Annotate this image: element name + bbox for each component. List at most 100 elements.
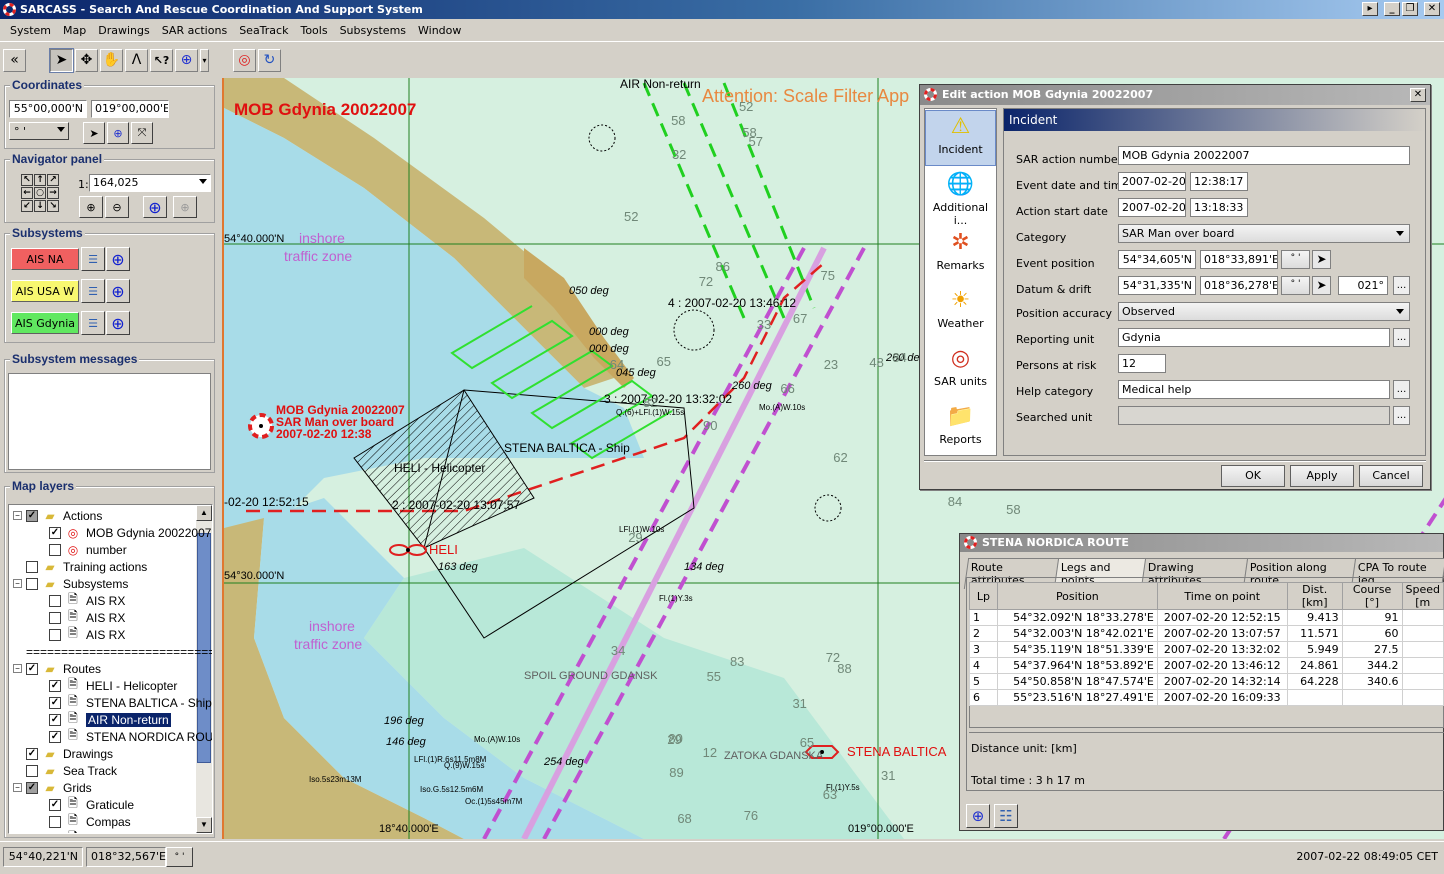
subsystem-ais-usa-w-list-button[interactable]: ☰ — [81, 279, 105, 303]
tree-expander[interactable]: − — [13, 783, 22, 792]
route-title-bar[interactable]: STENA NORDICA ROUTE — [960, 534, 1443, 552]
action-start-date-input[interactable]: 2007-02-20 — [1118, 198, 1186, 217]
dialog-title-bar[interactable]: Edit action MOB Gdynia 20022007 ✕ — [920, 85, 1430, 105]
action-start-time-input[interactable]: 13:18:33 — [1190, 198, 1248, 217]
hand-tool-button[interactable]: ✋ — [100, 48, 123, 72]
help-category-input[interactable]: Medical help — [1118, 380, 1390, 399]
layer-tree-item[interactable]: 🗎 POC — [49, 830, 112, 833]
previous-view-button[interactable]: ⊕ — [143, 196, 167, 218]
event-position-format-button[interactable]: ° ' — [1281, 250, 1310, 269]
layer-tree-item[interactable]: ✓ ◎ MOB Gdynia 20022007 — [49, 524, 211, 541]
table-row[interactable]: 4 54°37.964'N 18°53.892'E 2007-02-20 13:46… — [969, 657, 1444, 674]
sar-action-number-input[interactable]: MOB Gdynia 20022007 — [1118, 146, 1410, 165]
zoom-out-button[interactable]: ⊖ — [105, 196, 129, 218]
longitude-input[interactable]: 019°00,000'E — [91, 100, 169, 118]
persons-at-risk-input[interactable]: 12 — [1118, 354, 1166, 373]
layer-tree-item[interactable]: − ✓ ▰ Actions — [13, 507, 102, 524]
layer-checkbox[interactable]: ✓ — [49, 526, 61, 539]
layer-tree-item[interactable]: 🗎 AIS RX — [49, 592, 125, 609]
center-position-button[interactable]: ⊕ — [107, 122, 129, 144]
cancel-button[interactable]: Cancel — [1359, 465, 1423, 487]
tree-expander[interactable]: − — [13, 511, 22, 520]
pan-northwest-button[interactable]: ↖ — [21, 174, 33, 186]
subsystem-ais-gdynia-button[interactable]: AIS Gdynia — [11, 312, 79, 334]
pan-north-button[interactable]: ↑ — [34, 174, 46, 186]
layer-checkbox[interactable]: ✓ — [49, 798, 61, 811]
column-header[interactable]: Dist. [km] — [1286, 582, 1343, 610]
map-filter-dropdown[interactable]: ▾ — [200, 48, 209, 72]
show-on-map-button[interactable]: ⊕ — [966, 804, 990, 828]
subsystem-ais-usa-w-button[interactable]: AIS USA W — [11, 280, 79, 302]
layer-checkbox[interactable]: ✓ — [26, 662, 38, 675]
subsystem-ais-na-button[interactable]: AIS NA — [11, 248, 79, 270]
sidebar-item-remarks[interactable]: ✲ Remarks — [925, 227, 996, 283]
layer-tree-item[interactable]: ================================ — [13, 643, 212, 660]
event-position-pick-button[interactable]: ➤ — [1312, 250, 1331, 269]
layer-checkbox[interactable] — [49, 543, 61, 556]
layer-tree-item[interactable]: − ✓ ▰ Routes — [13, 660, 101, 677]
layer-checkbox[interactable] — [26, 560, 38, 573]
restore-button[interactable]: ❐ — [1402, 2, 1418, 16]
select-tool-button[interactable]: ➤ — [49, 47, 74, 73]
searched-unit-browse-button[interactable]: ... — [1393, 406, 1410, 425]
subsystem-ais-usa-w-map-button[interactable]: ⊕ — [106, 279, 130, 303]
searched-unit-input[interactable] — [1118, 406, 1390, 425]
layer-tree-item[interactable]: 🗎 AIS RX — [49, 626, 125, 643]
datum-longitude-input[interactable]: 018°36,278'E — [1200, 276, 1278, 295]
pan-center-button[interactable]: ○ — [34, 187, 46, 199]
layer-tree-item[interactable]: ✓ 🗎 Graticule — [49, 796, 134, 813]
layer-checkbox[interactable]: ✓ — [26, 781, 38, 794]
layer-checkbox[interactable] — [26, 577, 38, 590]
subsystem-ais-gdynia-map-button[interactable]: ⊕ — [106, 311, 130, 335]
column-header[interactable]: Course [°] — [1341, 582, 1403, 610]
tree-expander[interactable]: − — [13, 579, 22, 588]
move-tool-button[interactable]: ✥ — [75, 48, 98, 72]
layer-checkbox[interactable] — [26, 764, 38, 777]
layer-tree-item[interactable]: ✓ ▰ Drawings — [13, 745, 113, 762]
layer-checkbox[interactable]: ✓ — [26, 747, 38, 760]
pick-position-button[interactable]: ➤ — [83, 122, 105, 144]
column-header[interactable]: Lp — [969, 582, 998, 610]
column-header[interactable]: Speed [m — [1401, 582, 1444, 610]
next-view-button[interactable]: ⊕ — [173, 196, 197, 218]
table-row[interactable]: 6 55°23.516'N 18°27.491'E 2007-02-20 16:09… — [969, 689, 1444, 706]
table-row[interactable]: 1 54°32.092'N 18°33.278'E 2007-02-20 12:52… — [969, 609, 1444, 626]
measure-tool-button[interactable]: Λ — [125, 48, 148, 72]
zoom-in-button[interactable]: ⊕ — [79, 196, 103, 218]
help-category-browse-button[interactable]: ... — [1393, 380, 1410, 399]
position-accuracy-select[interactable]: Observed — [1118, 302, 1410, 321]
ok-button[interactable]: OK — [1221, 465, 1285, 487]
datum-latitude-input[interactable]: 54°31,335'N — [1118, 276, 1196, 295]
table-row[interactable]: 3 54°35.119'N 18°51.339'E 2007-02-20 13:32… — [969, 641, 1444, 658]
sidebar-item-incident[interactable]: ⚠ Incident — [925, 110, 996, 166]
layer-tree-item[interactable]: ▰ Sea Track — [13, 762, 117, 779]
sidebar-item-reports[interactable]: 📁 Reports — [925, 401, 996, 457]
menu-map[interactable]: Map — [57, 24, 92, 37]
layer-tree-item[interactable]: 🗎 Compas — [49, 813, 131, 830]
refresh-button[interactable]: ↻ — [258, 48, 281, 72]
sidebar-item-weather[interactable]: ☀ Weather — [925, 285, 996, 341]
scroll-up-button[interactable]: ▲ — [196, 505, 212, 521]
layer-checkbox[interactable] — [49, 611, 61, 624]
close-button[interactable]: ✕ — [1424, 2, 1440, 16]
layer-tree-item[interactable]: ✓ 🗎 STENA NORDICA ROUTE — [49, 728, 212, 745]
tree-expander[interactable]: − — [13, 664, 22, 673]
map-layers-tree[interactable]: ▲ ▼ − ✓ ▰ Actions ✓ ◎ MOB Gdynia 20022007 ◎ numb… — [8, 504, 213, 834]
pan-east-button[interactable]: → — [47, 187, 59, 199]
reporting-unit-browse-button[interactable]: ... — [1393, 328, 1410, 347]
info-tool-button[interactable]: ↖? — [150, 48, 173, 72]
scale-combo[interactable]: 164,025 — [89, 174, 211, 192]
menu-tools[interactable]: Tools — [294, 24, 333, 37]
event-date-input[interactable]: 2007-02-20 — [1118, 172, 1186, 191]
sidebar-item-sar-units[interactable]: ◎ SAR units — [925, 343, 996, 399]
layer-tree-item[interactable]: ◎ number — [49, 541, 127, 558]
table-row[interactable]: 2 54°32.003'N 18°42.021'E 2007-02-20 13:07… — [969, 625, 1444, 642]
drift-input[interactable]: 021° — [1338, 276, 1388, 295]
sidebar-item-additional-info[interactable]: 🌐 Additional i... — [925, 169, 996, 227]
column-header[interactable]: Position — [996, 582, 1158, 610]
layer-checkbox[interactable]: ✓ — [49, 679, 61, 692]
scroll-down-button[interactable]: ▼ — [196, 817, 212, 833]
subsystem-messages-list[interactable] — [8, 373, 211, 470]
collapse-panel-button[interactable]: « — [3, 48, 26, 72]
menu-scroll-button[interactable]: ▸ — [1362, 2, 1378, 16]
